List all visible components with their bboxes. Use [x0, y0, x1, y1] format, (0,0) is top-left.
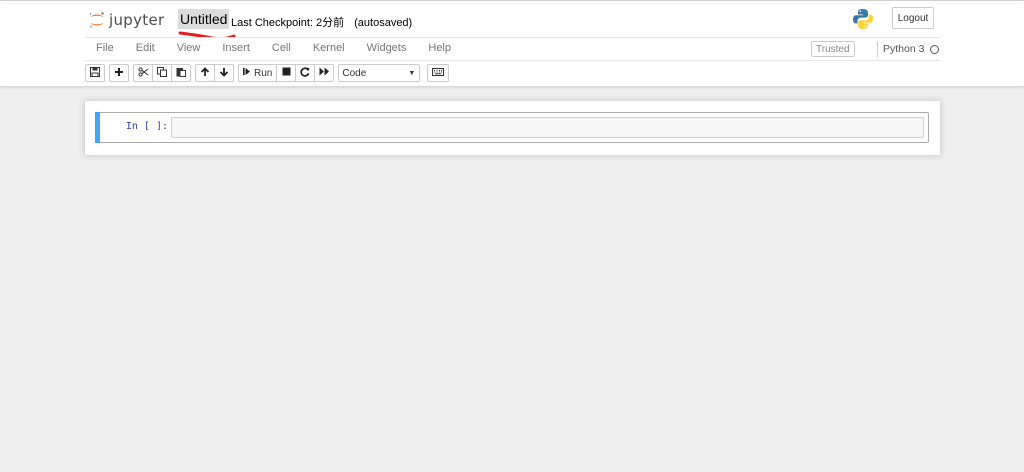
interrupt-kernel-button[interactable] [276, 64, 297, 82]
cut-button[interactable] [133, 64, 153, 82]
move-cell-down-button[interactable] [214, 64, 234, 82]
trusted-badge[interactable]: Trusted [811, 41, 855, 57]
code-cell[interactable]: In [ ]: [95, 112, 929, 143]
cell-input-editor[interactable] [171, 117, 924, 138]
restart-icon [300, 67, 310, 80]
scissors-icon [137, 66, 149, 80]
selected-cell-indicator [95, 112, 100, 143]
clipboard-icon [176, 67, 186, 80]
move-cell-up-button[interactable] [195, 64, 215, 82]
copy-icon [157, 66, 167, 80]
arrow-up-icon [200, 66, 210, 80]
python-logo-icon [852, 8, 874, 30]
run-label: Run [254, 67, 273, 79]
floppy-disk-icon [90, 66, 100, 80]
autosave-status: (autosaved) [354, 17, 413, 29]
cell-type-value: Code [342, 67, 367, 79]
jupyter-logo[interactable]: jupyter [88, 10, 164, 30]
arrow-down-icon [219, 67, 229, 80]
keyboard-icon [432, 67, 445, 79]
run-group: Run [238, 64, 335, 82]
command-palette-button[interactable] [427, 64, 450, 82]
palette-group [427, 64, 450, 82]
run-button[interactable]: Run [238, 64, 278, 82]
insert-cell-below-button[interactable] [109, 64, 129, 82]
last-checkpoint-text: Last Checkpoint: 2分前 [231, 17, 345, 29]
menu-file[interactable]: File [85, 38, 125, 60]
jupyter-logo-text: jupyter [109, 11, 165, 29]
menu-list: File Edit View Insert Cell Kernel Widget… [85, 38, 462, 60]
menu-widgets[interactable]: Widgets [356, 38, 418, 60]
menu-view[interactable]: View [166, 38, 212, 60]
menubar: File Edit View Insert Cell Kernel Widget… [85, 37, 940, 61]
save-group [85, 64, 105, 82]
restart-run-all-button[interactable] [314, 64, 335, 82]
edit-group [133, 64, 191, 82]
checkpoint-status: Last Checkpoint: 2分前 (autosaved) [231, 14, 412, 30]
menu-kernel[interactable]: Kernel [302, 38, 356, 60]
stop-icon [282, 67, 291, 79]
menu-cell[interactable]: Cell [261, 38, 302, 60]
logout-button[interactable]: Logout [892, 7, 934, 29]
fast-forward-icon [319, 67, 330, 79]
kernel-indicator: Python 3 [877, 41, 940, 57]
paste-button[interactable] [171, 64, 191, 82]
step-forward-icon [243, 67, 251, 79]
menu-help[interactable]: Help [417, 38, 462, 60]
save-button[interactable] [85, 64, 105, 82]
insert-group [109, 64, 129, 82]
cell-type-select[interactable]: Code ▼ [338, 64, 421, 82]
menu-insert[interactable]: Insert [211, 38, 261, 60]
notebook-container: In [ ]: [85, 101, 940, 155]
move-group [195, 64, 234, 82]
input-prompt: In [ ]: [125, 121, 168, 132]
jupyter-logo-icon [88, 11, 106, 29]
notebook-header: jupyter Untitled Last Checkpoint: 2分前 (au… [0, 4, 1024, 86]
notebook-name[interactable]: Untitled [178, 9, 230, 29]
kernel-idle-icon [930, 44, 940, 54]
header-inner: jupyter Untitled Last Checkpoint: 2分前 (au… [85, 4, 940, 86]
kernel-name: Python 3 [883, 43, 925, 55]
plus-icon [114, 67, 124, 80]
toolbar: Run Code ▼ [85, 64, 453, 82]
restart-kernel-button[interactable] [295, 64, 316, 82]
dropdown-caret-icon: ▼ [408, 70, 416, 77]
menu-edit[interactable]: Edit [125, 38, 166, 60]
copy-button[interactable] [152, 64, 172, 82]
